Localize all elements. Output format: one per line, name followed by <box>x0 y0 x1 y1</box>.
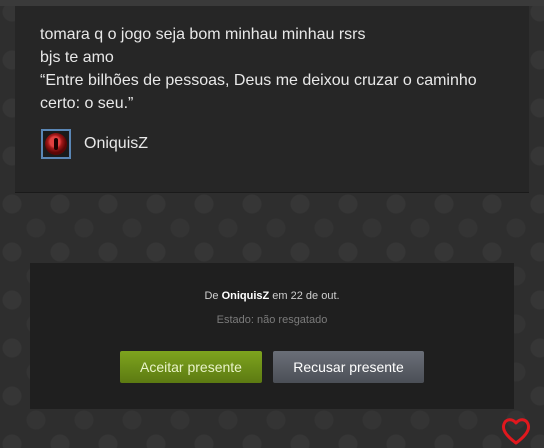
gift-from-line: De OniquisZ em 22 de out. <box>30 290 514 302</box>
from-prefix: De <box>204 290 222 302</box>
avatar[interactable] <box>41 129 71 159</box>
sender-row[interactable]: OniquisZ <box>41 127 148 161</box>
avatar-image <box>45 133 67 155</box>
message-line: certo: o seu.” <box>40 95 134 112</box>
decline-gift-button[interactable]: Recusar presente <box>273 351 424 383</box>
heart-icon <box>501 418 531 445</box>
gift-message-text: tomara q o jogo seja bom minhau minhau r… <box>40 23 520 115</box>
message-line: tomara q o jogo seja bom minhau minhau r… <box>40 26 366 43</box>
gift-actions-panel: De OniquisZ em 22 de out. Estado: não re… <box>30 263 514 409</box>
accept-gift-button[interactable]: Aceitar presente <box>120 351 262 383</box>
message-line: bjs te amo <box>40 49 114 66</box>
gift-message-card: tomara q o jogo seja bom minhau minhau r… <box>15 6 529 193</box>
sender-name[interactable]: OniquisZ <box>84 135 148 153</box>
from-name: OniquisZ <box>221 290 270 302</box>
message-line: “Entre bilhões de pessoas, Deus me deixo… <box>40 72 477 89</box>
gift-status: Estado: não resgatado <box>216 314 328 326</box>
from-suffix: em 22 de out. <box>269 290 340 302</box>
